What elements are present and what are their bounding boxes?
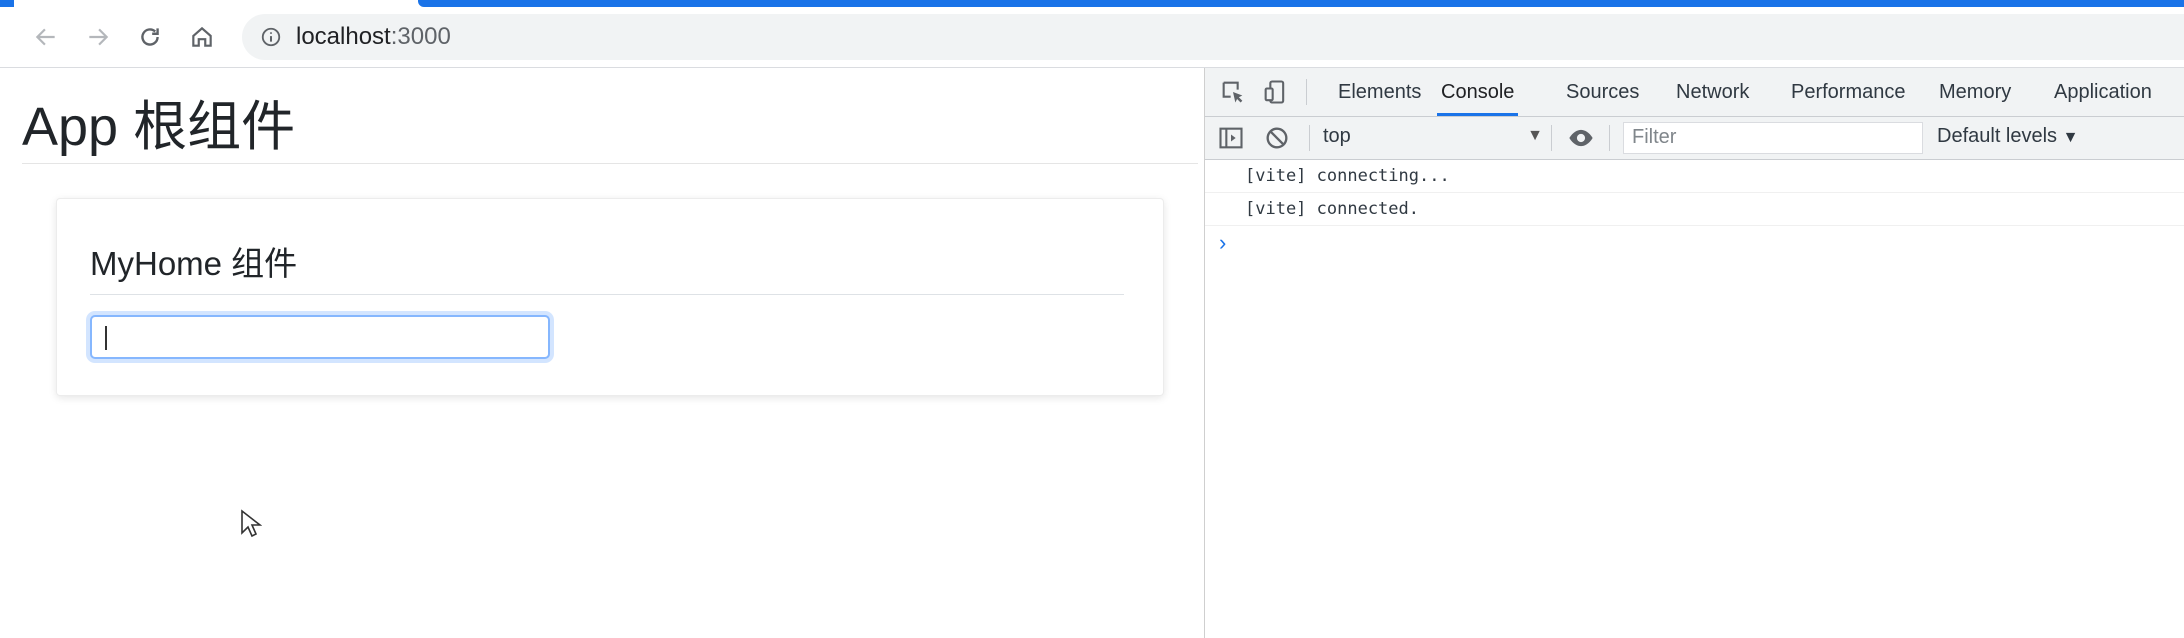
clear-console-icon[interactable] bbox=[1263, 124, 1291, 152]
home-button[interactable] bbox=[184, 19, 220, 55]
devtools-panel: Elements Console Sources Network Perform… bbox=[1204, 68, 2184, 638]
eye-icon[interactable] bbox=[1567, 124, 1595, 152]
tab-elements[interactable]: Elements bbox=[1334, 68, 1425, 116]
filter-placeholder: Filter bbox=[1632, 126, 1677, 148]
reload-icon bbox=[141, 28, 159, 46]
mouse-cursor-icon bbox=[241, 509, 262, 538]
console-message: [vite] connecting... bbox=[1205, 160, 2184, 193]
back-button[interactable] bbox=[28, 19, 64, 55]
window-accent-bar bbox=[418, 0, 2184, 7]
text-caret bbox=[105, 326, 107, 350]
tab-network[interactable]: Network bbox=[1672, 68, 1753, 116]
address-bar[interactable]: localhost:3000 bbox=[242, 14, 2184, 60]
tab-application[interactable]: Application bbox=[2050, 68, 2156, 116]
tab-separator bbox=[1306, 79, 1307, 105]
info-icon[interactable] bbox=[260, 26, 282, 48]
home-icon bbox=[192, 26, 212, 47]
tab-sources[interactable]: Sources bbox=[1562, 68, 1643, 116]
device-toolbar-icon[interactable] bbox=[1261, 78, 1289, 106]
tab-performance[interactable]: Performance bbox=[1787, 68, 1910, 116]
tab-memory[interactable]: Memory bbox=[1935, 68, 2015, 116]
url-host: localhost bbox=[296, 23, 391, 50]
devtools-tab-bar: Elements Console Sources Network Perform… bbox=[1205, 68, 2184, 117]
toolbar-separator bbox=[1551, 125, 1552, 151]
toolbar-separator bbox=[1309, 125, 1310, 151]
dropdown-arrow-icon: ▼ bbox=[1527, 127, 1543, 144]
console-prompt[interactable]: › bbox=[1205, 226, 2184, 259]
card-title: MyHome 组件 bbox=[90, 245, 298, 282]
log-levels-label: Default levels bbox=[1937, 125, 2058, 147]
sidebar-toggle-icon[interactable] bbox=[1217, 124, 1245, 152]
forward-arrow-icon bbox=[89, 28, 109, 46]
inspect-icon[interactable] bbox=[1219, 78, 1247, 106]
tab-indicator-left bbox=[0, 0, 14, 7]
url-text[interactable]: localhost:3000 bbox=[296, 23, 451, 51]
text-input[interactable] bbox=[90, 315, 550, 359]
reload-button[interactable] bbox=[132, 19, 168, 55]
console-message: [vite] connected. bbox=[1205, 193, 2184, 226]
console-toolbar: top ▼ Filter Default levels ▼ bbox=[1205, 117, 2184, 160]
page-viewport: App 根组件 MyHome 组件 bbox=[8, 68, 1204, 638]
log-levels-dropdown[interactable]: Default levels ▼ bbox=[1937, 125, 2078, 148]
context-value: top bbox=[1323, 125, 1351, 147]
dropdown-arrow-icon: ▼ bbox=[2062, 129, 2079, 146]
console-output: [vite] connecting... [vite] connected. › bbox=[1205, 160, 2184, 259]
tab-console[interactable]: Console bbox=[1437, 68, 1519, 116]
back-arrow-icon bbox=[35, 28, 55, 46]
forward-button[interactable] bbox=[80, 19, 116, 55]
filter-input[interactable]: Filter bbox=[1623, 122, 1923, 154]
app-title: App 根组件 bbox=[22, 97, 296, 157]
window-top-strip bbox=[0, 0, 2184, 7]
card-divider bbox=[90, 294, 1124, 295]
title-divider bbox=[22, 163, 1198, 164]
browser-toolbar: localhost:3000 bbox=[0, 7, 2184, 68]
toolbar-separator bbox=[1609, 125, 1610, 151]
context-selector[interactable]: top ▼ bbox=[1323, 125, 1543, 151]
url-port: :3000 bbox=[390, 23, 451, 50]
myhome-card: MyHome 组件 bbox=[56, 198, 1164, 396]
